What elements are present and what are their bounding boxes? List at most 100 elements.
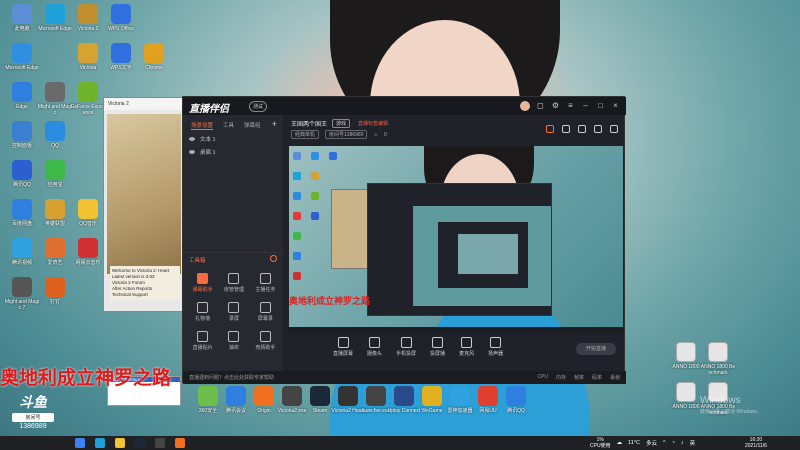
desktop-icon[interactable]: WPS文字 bbox=[103, 43, 139, 71]
tab-scenes[interactable]: 场景设置 bbox=[191, 121, 214, 130]
settings-icon[interactable]: ⚙ bbox=[551, 101, 560, 110]
control-button[interactable]: 扬声器 bbox=[488, 337, 503, 357]
desktop-icon[interactable]: 控制面板 bbox=[4, 121, 40, 149]
victoria-window-title[interactable]: Victoria 2 bbox=[104, 98, 182, 110]
tool-item[interactable]: 主播任务 bbox=[250, 273, 281, 293]
maximize-icon[interactable]: □ bbox=[596, 101, 605, 110]
desktop-icon[interactable]: 腾讯视频 bbox=[4, 238, 40, 266]
desktop-icon[interactable]: Victoria 2 bbox=[70, 4, 106, 32]
steam-taskbar-icon[interactable] bbox=[135, 438, 145, 448]
control-button[interactable]: 麦克风 bbox=[459, 337, 474, 357]
control-button[interactable]: 投屏播 bbox=[430, 337, 445, 357]
status-help-link[interactable]: 直播遇到问题？点击此处获取专家帮助 bbox=[189, 375, 274, 381]
preview-victoria-window bbox=[331, 189, 369, 269]
desktop-icon[interactable]: 百度网盘 bbox=[4, 199, 40, 227]
desktop-icon[interactable]: 英雄联盟 bbox=[37, 199, 73, 227]
victoria-launcher-window[interactable]: Victoria 2 Welcome to Victoria 2: Heart … bbox=[103, 97, 183, 406]
desktop-icon[interactable]: ANNO 1800 Benchmark bbox=[700, 342, 736, 376]
room-title[interactable]: 王国两个国王 bbox=[291, 119, 327, 128]
control-button[interactable]: 直播屏幕 bbox=[333, 337, 353, 357]
control-button[interactable]: 手机投屏 bbox=[396, 337, 416, 357]
eye-icon[interactable] bbox=[189, 150, 195, 154]
app-icon bbox=[198, 386, 218, 406]
eye-icon[interactable] bbox=[189, 137, 195, 141]
desktop-icon[interactable]: GeForce Experience bbox=[70, 82, 106, 116]
add-scene-icon[interactable]: + bbox=[272, 119, 277, 129]
app-icon bbox=[12, 121, 32, 141]
tool-icon bbox=[259, 302, 271, 313]
gift-icon[interactable] bbox=[562, 125, 570, 133]
tool-item[interactable]: 弹幕助手 bbox=[187, 273, 218, 293]
desktop-icon[interactable]: Edge bbox=[4, 82, 40, 110]
clock[interactable]: 16:20 2021/11/6 bbox=[745, 437, 767, 449]
tool-item[interactable]: 竞猜助手 bbox=[250, 331, 281, 351]
room-id: 房间号1386989 bbox=[325, 130, 368, 139]
tool-item[interactable]: 屏幕录 bbox=[250, 302, 281, 322]
status-metrics: CPU 内存 帧率 码率 丢帧 bbox=[537, 374, 620, 381]
desktop-icon[interactable]: QQ bbox=[37, 121, 73, 149]
desktop-icon[interactable]: 腾讯QQ bbox=[498, 386, 534, 414]
tool-item[interactable]: 房管管理 bbox=[218, 273, 249, 293]
tab-tools[interactable]: 工具 bbox=[223, 121, 234, 130]
edge-taskbar-icon[interactable] bbox=[95, 438, 105, 448]
tool-item[interactable]: 礼物墙 bbox=[187, 302, 218, 322]
desktop-icon[interactable]: QQ音乐 bbox=[70, 199, 106, 227]
douyu-room-number: 1386989 bbox=[19, 423, 47, 430]
scene-item[interactable]: 桌面 1 bbox=[183, 143, 283, 156]
victoria-taskbar-icon[interactable] bbox=[155, 438, 165, 448]
victoria-line[interactable]: Technical Support bbox=[112, 292, 178, 298]
app-icon bbox=[45, 160, 65, 180]
close-icon[interactable]: × bbox=[611, 101, 620, 110]
delete-icon[interactable] bbox=[546, 125, 554, 133]
room-category-tag[interactable]: 游戏 bbox=[332, 119, 351, 128]
temperature[interactable]: 11°C bbox=[628, 440, 640, 446]
tool-item[interactable]: 录屏 bbox=[218, 302, 249, 322]
toolbox-close-icon[interactable] bbox=[270, 255, 277, 262]
desktop-icon[interactable]: Microsoft Edge bbox=[4, 43, 40, 71]
desktop-icon[interactable]: ANNO 1800 bbox=[668, 342, 704, 370]
input-language[interactable]: 英 bbox=[690, 439, 696, 447]
desktop-icon[interactable]: Might and Magic bbox=[37, 82, 73, 116]
desktop-icon[interactable]: Microsoft Edge bbox=[37, 4, 73, 32]
menu-icon[interactable]: ≡ bbox=[566, 101, 575, 110]
status-bar: 直播遇到问题？点击此处获取专家帮助 CPU 内存 帧率 码率 丢帧 bbox=[183, 371, 626, 384]
message-icon[interactable]: ◻ bbox=[536, 101, 545, 110]
desktop-icon[interactable]: Victoria bbox=[70, 43, 106, 71]
network-icon[interactable]: ◔ bbox=[672, 440, 675, 446]
tab-danmu[interactable]: 弹幕组 bbox=[244, 121, 261, 130]
scene-item[interactable]: 文本 1 bbox=[183, 130, 283, 143]
stream-preview[interactable]: 奥地利成立神罗之路 bbox=[289, 146, 623, 333]
windows-start-icon[interactable] bbox=[75, 438, 85, 448]
desktop-icon[interactable]: 腾讯QQ bbox=[4, 160, 40, 188]
tool-item[interactable]: 抽奖 bbox=[218, 331, 249, 351]
bell-icon[interactable] bbox=[594, 125, 602, 133]
desktop-icon[interactable]: 此电脑 bbox=[4, 4, 40, 32]
desktop-icon-label: Chrome bbox=[145, 65, 163, 71]
desktop-icon[interactable]: Might and Magic 7 bbox=[4, 277, 40, 311]
app-icon bbox=[12, 160, 32, 180]
tool-item[interactable]: 直播贴片 bbox=[187, 331, 218, 351]
minimize-icon[interactable]: – bbox=[581, 101, 590, 110]
desktop-icon[interactable]: Chrome bbox=[136, 43, 172, 71]
desktop-icon[interactable]: WPS Office bbox=[103, 4, 139, 32]
folder-taskbar-icon[interactable] bbox=[115, 438, 125, 448]
desktop-icon[interactable]: 网易云音乐 bbox=[70, 238, 106, 266]
desktop-icon[interactable]: ANNO 1800 bbox=[668, 382, 704, 410]
desktop-icon[interactable]: 钉钉 bbox=[37, 277, 73, 305]
room-tag-edit[interactable]: 直播标签编辑 bbox=[355, 120, 391, 127]
volume-icon[interactable]: ♪ bbox=[681, 440, 684, 446]
app-icon bbox=[254, 386, 274, 406]
desktop-icon[interactable]: 爱奇艺 bbox=[37, 238, 73, 266]
live-companion-taskbar-icon[interactable] bbox=[175, 438, 185, 448]
lock-icon[interactable] bbox=[578, 125, 586, 133]
fire-icon: ♨ bbox=[373, 131, 378, 138]
weather[interactable]: 多云 bbox=[646, 439, 657, 447]
avatar[interactable] bbox=[520, 101, 530, 111]
go-live-button[interactable]: 开始直播 bbox=[576, 343, 616, 355]
chevron-up-icon[interactable]: ^ bbox=[663, 440, 666, 446]
control-button[interactable]: 摄像头 bbox=[367, 337, 382, 357]
version-badge[interactable]: 测试 bbox=[249, 101, 268, 112]
share-icon[interactable] bbox=[610, 125, 618, 133]
room-subcategory[interactable]: 经典单机 bbox=[291, 130, 320, 139]
desktop-icon[interactable]: 应用宝 bbox=[37, 160, 73, 188]
